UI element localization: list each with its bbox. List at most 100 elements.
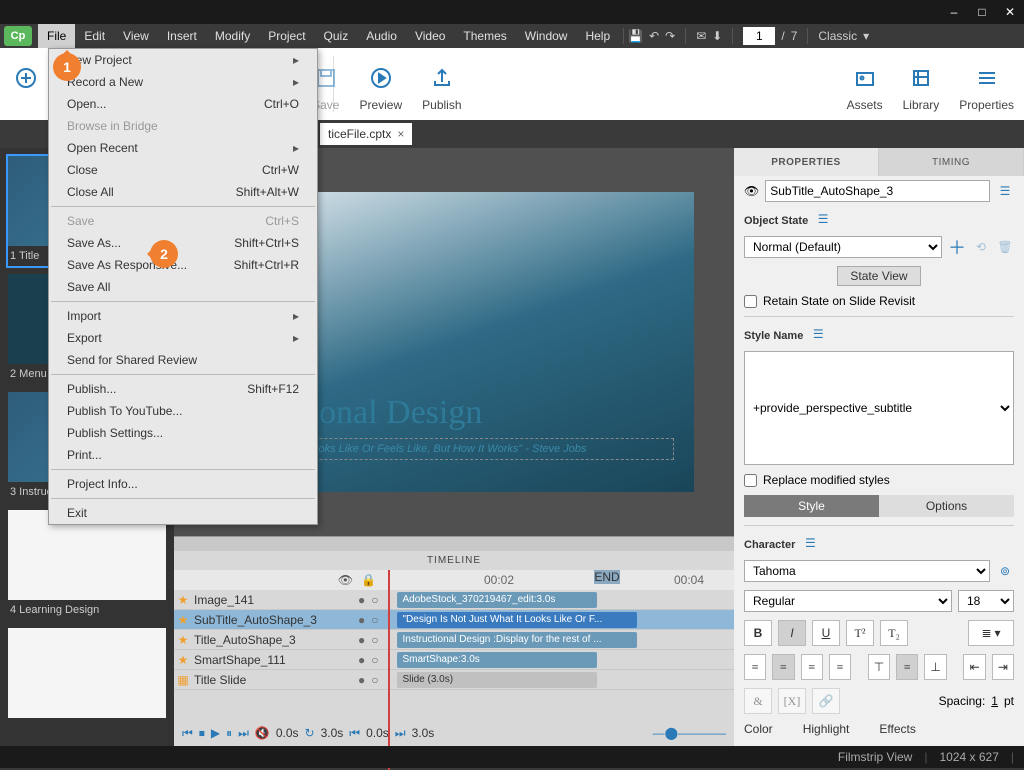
weight-select[interactable]: Regular <box>744 590 952 612</box>
spacing-value[interactable]: 1 <box>991 694 998 708</box>
playhead[interactable] <box>388 570 390 770</box>
close-button[interactable]: ✕ <box>996 0 1024 24</box>
assets-button[interactable]: Assets <box>837 56 893 112</box>
state-view-button[interactable]: State View <box>837 266 920 286</box>
menu-window[interactable]: Window <box>516 24 577 48</box>
menu-quiz[interactable]: Quiz <box>315 24 358 48</box>
list-button[interactable]: ≣ ▾ <box>968 620 1014 646</box>
subscript-button[interactable]: T₂ <box>880 620 908 646</box>
timeline-row[interactable]: ★Image_141●○AdobeStock_370219467_edit:3.… <box>174 590 734 610</box>
eye-icon[interactable]: 👁 <box>338 573 353 587</box>
close-tab-icon[interactable]: × <box>397 127 404 141</box>
font-select[interactable]: Tahoma <box>744 560 990 582</box>
valign-top-button[interactable]: ⊤ <box>868 654 890 680</box>
page-current-input[interactable] <box>743 27 775 45</box>
align-left-button[interactable]: ≡ <box>744 654 766 680</box>
align-justify-button[interactable]: ≡ <box>829 654 851 680</box>
indent-inc-button[interactable]: ⇥ <box>992 654 1014 680</box>
undo-icon[interactable]: ↶ <box>649 29 659 43</box>
align-center-button[interactable]: ≡ <box>772 654 794 680</box>
seg-style[interactable]: Style <box>744 495 879 517</box>
menu-item-save-all[interactable]: Save All <box>49 276 317 298</box>
menu-item-record-a-new[interactable]: Record a New <box>49 71 317 93</box>
zoom-slider[interactable]: —⬤———— <box>653 726 726 740</box>
menu-icon[interactable]: ☰ <box>814 210 832 228</box>
menu-project[interactable]: Project <box>259 24 314 48</box>
mail-icon[interactable]: ✉ <box>696 29 706 43</box>
properties-button[interactable]: Properties <box>949 56 1024 112</box>
object-name-input[interactable] <box>765 180 990 202</box>
library-button[interactable]: Library <box>893 56 950 112</box>
bold-button[interactable]: B <box>744 620 772 646</box>
timeline-row[interactable]: ▦Title Slide●○Slide (3.0s) <box>174 670 734 690</box>
document-tab[interactable]: ticeFile.cptx× <box>320 123 412 145</box>
filmstrip-thumb[interactable]: 4 Learning Design <box>6 508 168 622</box>
publish-button[interactable]: Publish <box>412 56 471 112</box>
menu-item-save-as-[interactable]: Save As...Shift+Ctrl+S <box>49 232 317 254</box>
size-select[interactable]: 18 <box>958 590 1014 612</box>
mute-icon[interactable]: 🔇 <box>255 726 270 740</box>
retain-state-checkbox[interactable] <box>744 295 757 308</box>
tab-timing[interactable]: TIMING <box>879 148 1024 176</box>
preview-button[interactable]: Preview <box>349 56 412 112</box>
minimize-button[interactable]: – <box>940 0 968 24</box>
menu-icon[interactable]: ☰ <box>801 534 819 552</box>
menu-item-send-for-shared-review[interactable]: Send for Shared Review <box>49 349 317 371</box>
layout-selector[interactable]: Classic <box>818 29 857 43</box>
style-select[interactable]: +provide_perspective_subtitle <box>744 351 1014 465</box>
link-button[interactable]: & <box>744 688 772 714</box>
rewind-icon[interactable]: ⏮ <box>182 726 193 741</box>
state-select[interactable]: Normal (Default) <box>744 236 942 258</box>
add-state-icon[interactable]: ＋ <box>948 238 966 256</box>
hyperlink-button[interactable]: 🔗 <box>812 688 840 714</box>
seg-options[interactable]: Options <box>879 495 1014 517</box>
stop-icon[interactable]: ⏹ <box>199 726 205 741</box>
loop-icon[interactable]: ↻ <box>305 726 315 740</box>
lock-icon[interactable]: 🔒 <box>361 573 376 587</box>
menu-view[interactable]: View <box>114 24 158 48</box>
replace-styles-checkbox[interactable] <box>744 474 757 487</box>
menu-item-open-[interactable]: Open...Ctrl+O <box>49 93 317 115</box>
timeline-row[interactable]: ★SmartShape_111●○SmartShape:3.0s <box>174 650 734 670</box>
timeline-row[interactable]: ★Title_AutoShape_3●○Instructional Design… <box>174 630 734 650</box>
menu-item-import[interactable]: Import <box>49 305 317 327</box>
save-icon[interactable]: 💾 <box>628 29 643 43</box>
menu-modify[interactable]: Modify <box>206 24 259 48</box>
pause-icon[interactable]: ⏸ <box>226 726 232 741</box>
cloud-fonts-icon[interactable]: ⊚ <box>996 562 1014 580</box>
menu-item-close-all[interactable]: Close AllShift+Alt+W <box>49 181 317 203</box>
menu-video[interactable]: Video <box>406 24 454 48</box>
menu-item-project-info-[interactable]: Project Info... <box>49 473 317 495</box>
menu-item-new-project[interactable]: New Project <box>49 49 317 71</box>
underline-button[interactable]: U <box>812 620 840 646</box>
timeline-row[interactable]: ★SubTitle_AutoShape_3●○"Design Is Not Ju… <box>174 610 734 630</box>
menu-icon[interactable]: ☰ <box>809 325 827 343</box>
download-icon[interactable]: ⬇ <box>712 29 722 43</box>
tab-properties[interactable]: PROPERTIES <box>734 148 879 176</box>
menu-themes[interactable]: Themes <box>454 24 515 48</box>
eye-icon[interactable]: 👁 <box>744 184 759 198</box>
menu-audio[interactable]: Audio <box>357 24 406 48</box>
menu-item-publish-settings-[interactable]: Publish Settings... <box>49 422 317 444</box>
menu-item-print-[interactable]: Print... <box>49 444 317 466</box>
menu-item-export[interactable]: Export <box>49 327 317 349</box>
maximize-button[interactable]: □ <box>968 0 996 24</box>
menu-item-publish-[interactable]: Publish...Shift+F12 <box>49 378 317 400</box>
menu-item-save-as-responsive-[interactable]: Save As Responsive...Shift+Ctrl+R <box>49 254 317 276</box>
slides-button[interactable]: Slides <box>0 56 53 112</box>
menu-item-exit[interactable]: Exit <box>49 502 317 524</box>
redo-icon[interactable]: ↷ <box>665 29 675 43</box>
play-icon[interactable]: ▶ <box>211 726 220 740</box>
valign-bot-button[interactable]: ⊥ <box>924 654 946 680</box>
delete-state-icon[interactable]: 🗑 <box>996 238 1014 256</box>
indent-dec-button[interactable]: ⇤ <box>963 654 985 680</box>
superscript-button[interactable]: T² <box>846 620 874 646</box>
align-right-button[interactable]: ≡ <box>801 654 823 680</box>
menu-insert[interactable]: Insert <box>158 24 206 48</box>
italic-button[interactable]: I <box>778 620 806 646</box>
menu-edit[interactable]: Edit <box>75 24 114 48</box>
menu-item-close[interactable]: CloseCtrl+W <box>49 159 317 181</box>
valign-mid-button[interactable]: ≡ <box>896 654 918 680</box>
forward-icon[interactable]: ⏭ <box>238 726 249 741</box>
menu-item-publish-to-youtube-[interactable]: Publish To YouTube... <box>49 400 317 422</box>
